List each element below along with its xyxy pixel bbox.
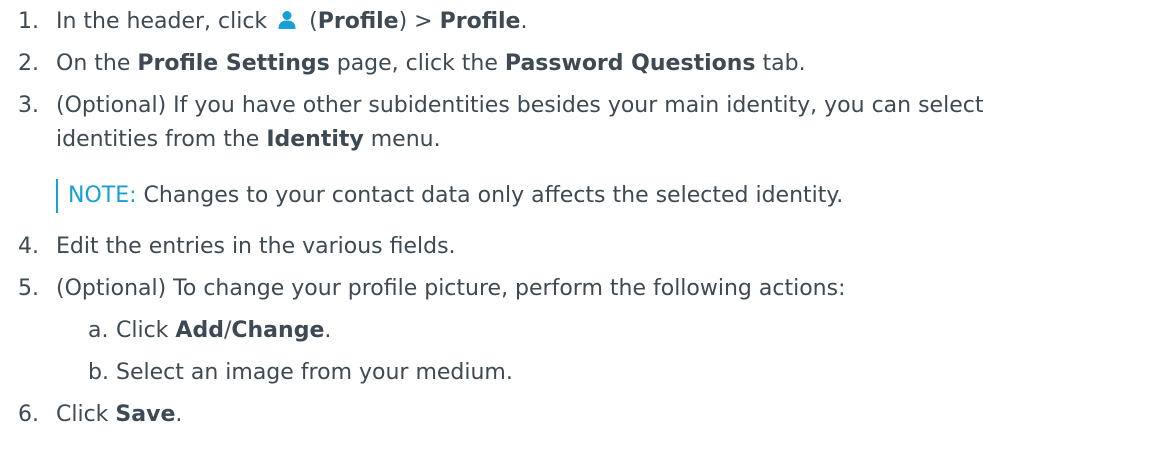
substep-a: a. Click Add/Change. <box>88 314 331 348</box>
step-text: page, click the <box>329 51 505 76</box>
step-number: 1. <box>18 9 39 34</box>
ui-term-profile: Profile <box>317 9 399 34</box>
step-text: . <box>520 9 528 34</box>
step-text: . <box>175 402 183 427</box>
step-number: 4. <box>18 234 39 259</box>
ui-term-change: Change <box>231 318 325 343</box>
step-text: (Optional) To change your profile pictur… <box>56 276 846 301</box>
note-text: Changes to your contact data only affect… <box>136 183 844 208</box>
step-text: In the header, click <box>56 9 275 34</box>
step-text: ( <box>302 9 318 34</box>
step-text: Edit the entries in the various fields. <box>56 234 456 259</box>
step-4: 4. Edit the entries in the various fields… <box>18 230 1168 264</box>
step-text: Click <box>116 318 176 343</box>
step-text: Click <box>56 402 116 427</box>
step-text: menu. <box>363 127 441 152</box>
ui-term-profile-settings: Profile Settings <box>137 51 330 76</box>
substep-letter: b. <box>88 360 109 385</box>
profile-person-icon <box>278 11 296 29</box>
step-number: 6. <box>18 402 39 427</box>
step-5: 5. (Optional) To change your profile pict… <box>18 272 1168 306</box>
step-number: 5. <box>18 276 39 301</box>
step-text: tab. <box>755 51 806 76</box>
substep-letter: a. <box>88 318 109 343</box>
step-number: 2. <box>18 51 39 76</box>
step-text: . <box>324 318 332 343</box>
step-text: ) > <box>398 9 440 34</box>
ui-term-save: Save <box>115 402 176 427</box>
step-2: 2. On the Profile Settings page, click th… <box>18 47 1168 81</box>
ui-term-add: Add <box>175 318 224 343</box>
step-1: 1. In the header, click (Profile) > Profi… <box>18 5 1168 39</box>
step-6: 6. Click Save. <box>18 398 1168 432</box>
ui-term-password-questions: Password Questions <box>504 51 756 76</box>
step-text: On the <box>56 51 138 76</box>
note-label: NOTE: <box>68 183 137 208</box>
step-3-continuation: identities from the Identity menu. <box>56 123 441 157</box>
step-3: 3. (Optional) If you have other subidenti… <box>18 89 1168 123</box>
note-callout: NOTE: Changes to your contact data only … <box>56 179 843 213</box>
ui-term-profile-menu: Profile <box>439 9 521 34</box>
step-text: (Optional) If you have other subidentiti… <box>56 93 984 118</box>
substep-b: b. Select an image from your medium. <box>88 356 513 390</box>
step-text: identities from the <box>56 127 267 152</box>
ui-term-identity: Identity <box>266 127 364 152</box>
step-text: Select an image from your medium. <box>116 360 513 385</box>
step-number: 3. <box>18 93 39 118</box>
